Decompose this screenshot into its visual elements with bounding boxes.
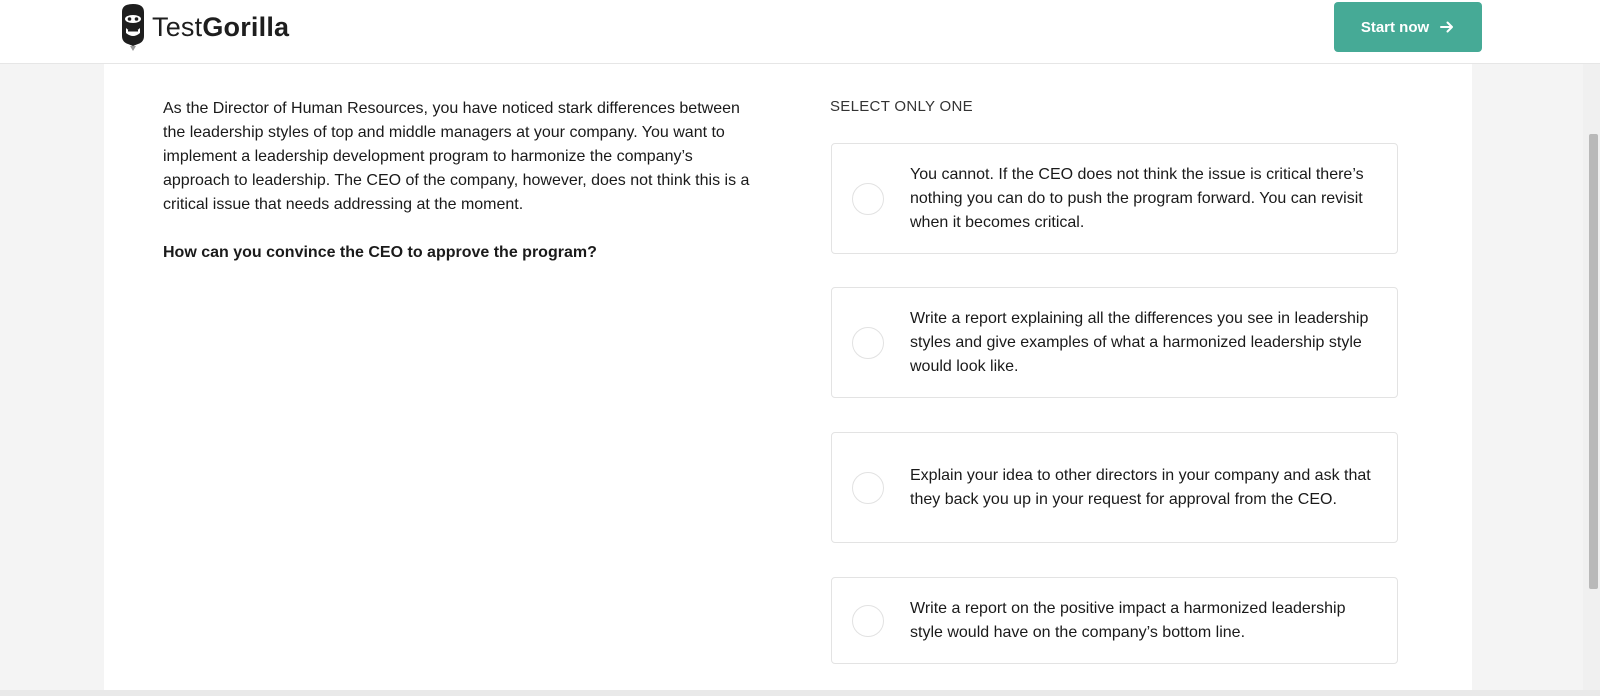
start-now-label: Start now [1360,18,1430,36]
logo-text: TestGorilla [152,12,289,43]
logo-text-bold: Gorilla [202,11,290,42]
answer-option-text: Write a report on the positive impact a … [910,599,1346,641]
top-bar: TestGorilla Start now [0,0,1600,64]
radio-button[interactable] [852,604,884,637]
arrow-right-icon [1440,21,1454,33]
start-now-button[interactable]: Start now [1334,2,1482,52]
vertical-scrollbar[interactable] [1583,64,1600,690]
radio-button[interactable] [852,471,884,504]
select-instruction: SELECT ONLY ONE [830,98,973,115]
question-scenario: As the Director of Human Resources, you … [163,100,750,213]
answer-option-text: Write a report explaining all the differ… [910,309,1369,375]
bottom-divider [0,690,1600,696]
answer-option-text: You cannot. If the CEO does not think th… [910,165,1364,231]
gorilla-logo-icon [122,4,144,51]
answer-option[interactable]: Write a report on the positive impact a … [831,577,1398,664]
logo-text-light: Test [152,11,203,42]
radio-button[interactable] [852,182,884,215]
question-prompt: How can you convince the CEO to approve … [163,244,597,261]
testgorilla-logo[interactable]: TestGorilla [118,2,289,52]
answer-option[interactable]: Explain your idea to other directors in … [831,432,1398,543]
answer-option-text: Explain your idea to other directors in … [910,466,1371,508]
question-panel: As the Director of Human Resources, you … [163,97,753,265]
answer-option[interactable]: You cannot. If the CEO does not think th… [831,143,1398,254]
answer-option[interactable]: Write a report explaining all the differ… [831,287,1398,398]
scrollbar-thumb[interactable] [1589,134,1598,589]
radio-button[interactable] [852,326,884,359]
